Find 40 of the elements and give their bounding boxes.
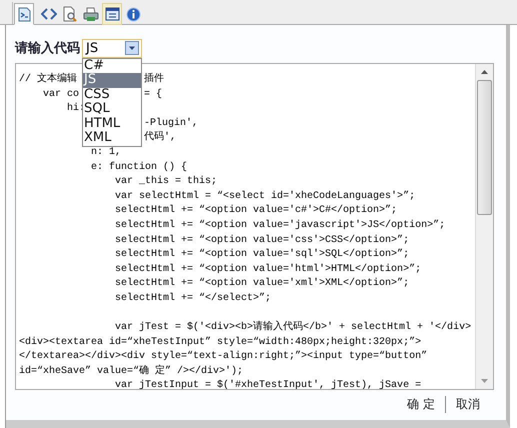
page-button[interactable] — [14, 3, 34, 25]
code-line: </textarea></div><div style=“text-align:right;”><input type=“button” — [19, 351, 428, 362]
code-line: 代码', — [144, 131, 176, 146]
code-line: selectHtml += “<option value='html'>HTML</option>”; — [114, 264, 422, 275]
dropdown-option[interactable]: SQL — [83, 102, 141, 116]
code-line: var jTest = $('<div><b>请输入代码</b>' + selectHtml + '</div> — [114, 322, 472, 334]
code-line: var co — [42, 88, 80, 100]
code-line: <div><textarea id=“xheTestInput” style=“width:480px;height:320px;”> — [19, 336, 422, 348]
dropdown-option[interactable]: JS — [83, 73, 141, 88]
code-line: var selectHtml = “<select id='xheCodeLanguages'>”; — [114, 190, 416, 202]
printer-icon — [83, 6, 99, 22]
code-icon — [41, 7, 57, 21]
code-line: id=“xheSave” value=“确 定” /></div>'); — [19, 366, 244, 377]
code-label: 请输入代码 — [15, 40, 80, 57]
code-line: selectHtml += “<option value='c#'>C#</option>”; — [114, 205, 398, 216]
code-line: var _this = this; — [114, 176, 218, 188]
code-line: = { — [144, 88, 162, 102]
dropdown-option[interactable]: CSS — [83, 88, 141, 102]
code-line: n: 1, — [90, 146, 122, 158]
code-line: selectHtml += “<option value='sql'>SQL</option>”; — [114, 249, 410, 260]
code-line: -Plugin', — [144, 116, 198, 131]
page-icon — [17, 6, 31, 22]
dropdown-option[interactable]: XML — [83, 131, 141, 146]
code-line: selectHtml += “<option value='javascript'>JS</option>”; — [114, 220, 446, 231]
document-magnifier-icon — [62, 6, 78, 22]
code-line: selectHtml += “</select>”; — [114, 292, 272, 304]
dialog-button[interactable]: 取消 — [445, 396, 490, 413]
code-line: 插件 — [144, 73, 164, 87]
scrollbar[interactable] — [475, 64, 493, 389]
window-button[interactable] — [102, 3, 122, 25]
dropdown-option[interactable]: HTML — [83, 116, 141, 131]
code-line: e: function () { — [90, 162, 188, 173]
info-icon — [126, 6, 140, 22]
language-select[interactable]: JS — [82, 38, 142, 58]
window-icon — [104, 7, 120, 21]
code-line: selectHtml += “<option value='css'>CSS</option>”; — [114, 234, 410, 246]
code-line: selectHtml += “<option value='xml'>XML</option>”; — [114, 278, 410, 290]
code-line: // 文本编辑 — [19, 74, 78, 85]
dialog-button[interactable]: 确 定 — [397, 396, 445, 413]
scrollbar-thumb[interactable] — [477, 80, 492, 215]
